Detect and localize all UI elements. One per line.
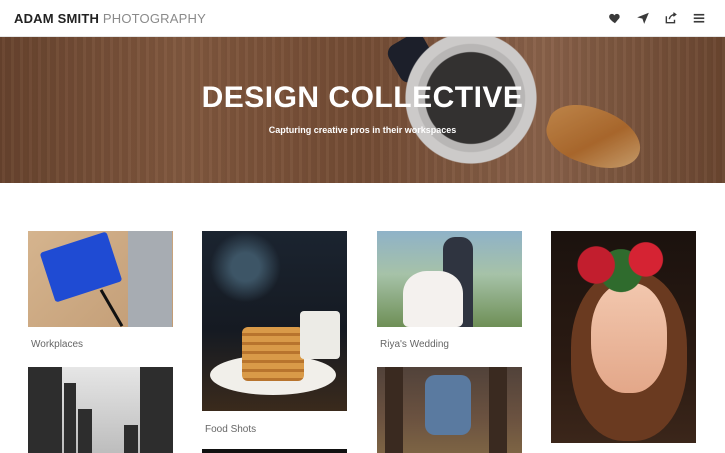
building-image <box>28 367 62 453</box>
gallery-card-forest[interactable] <box>377 367 522 453</box>
tree-image <box>489 367 507 453</box>
laptop-image <box>128 231 172 327</box>
bride-image <box>403 271 463 327</box>
gallery-caption[interactable]: Riya's Wedding <box>380 339 449 350</box>
brand-name[interactable]: ADAM SMITH <box>14 11 99 26</box>
site-brand[interactable]: ADAM SMITH PHOTOGRAPHY <box>14 11 206 26</box>
gallery-card-food-shots[interactable]: Food Shots <box>202 231 347 441</box>
calculator-image <box>39 231 123 303</box>
gallery-thumbnail[interactable] <box>377 231 522 327</box>
hero-title: DESIGN COLLECTIVE <box>201 81 524 114</box>
gallery-thumbnail[interactable] <box>202 231 347 411</box>
cup-image <box>300 311 340 359</box>
gallery-thumbnail[interactable] <box>202 449 347 453</box>
gallery-thumbnail[interactable] <box>377 367 522 453</box>
gallery-thumbnail[interactable] <box>28 231 173 327</box>
building-image <box>124 425 138 453</box>
building-image <box>140 367 173 453</box>
gallery-caption[interactable]: Workplaces <box>31 339 83 350</box>
gallery-caption[interactable]: Food Shots <box>205 424 256 435</box>
hero-banner: DESIGN COLLECTIVE Capturing creative pro… <box>0 37 725 183</box>
pancake-stack-image <box>242 327 304 381</box>
person-image <box>425 375 471 435</box>
pen-image <box>99 289 124 327</box>
top-navbar: ADAM SMITH PHOTOGRAPHY <box>0 0 725 37</box>
hero-subtitle: Capturing creative pros in their workspa… <box>268 125 457 135</box>
flower-crown-image <box>559 237 683 293</box>
gallery-thumbnail[interactable] <box>28 367 173 453</box>
menu-icon[interactable] <box>692 11 706 25</box>
send-icon[interactable] <box>636 11 650 25</box>
gallery-card-next[interactable] <box>202 449 347 453</box>
tree-image <box>385 367 403 453</box>
gallery-card-workplaces[interactable]: Workplaces <box>28 231 173 353</box>
gallery-card-city[interactable] <box>28 367 173 453</box>
face-image <box>591 283 667 393</box>
building-image <box>64 383 76 453</box>
gallery-card-portrait[interactable] <box>551 231 696 443</box>
gallery-card-riyas-wedding[interactable]: Riya's Wedding <box>377 231 522 353</box>
brand-suffix[interactable]: PHOTOGRAPHY <box>99 11 206 26</box>
gallery-thumbnail[interactable] <box>551 231 696 443</box>
heart-icon[interactable] <box>608 11 622 25</box>
share-icon[interactable] <box>664 11 678 25</box>
building-image <box>78 409 92 453</box>
